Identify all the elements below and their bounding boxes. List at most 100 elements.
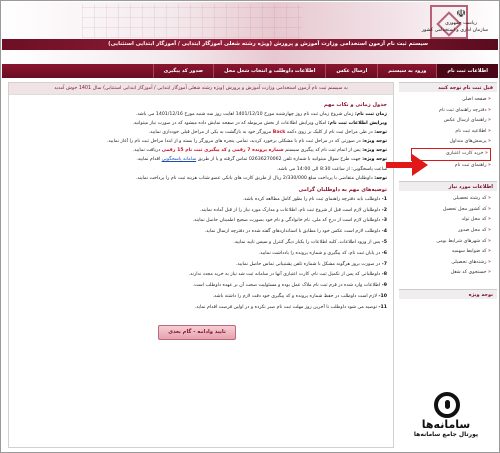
label-edit-info: ویرایش اطلاعات ثبت نام: (327, 121, 387, 127)
tip-item: 8- داوطلبانی که پس از تکمیل ثبت نام، کار… (15, 270, 387, 281)
tip-number: 7- (381, 261, 387, 267)
paragraph-support-hours: ساعت پاسخگویی: از ساعت 8:30 الی 14:00 می… (15, 165, 387, 174)
sidebar-item-field-code[interactable]: کد رشته تحصیلی (401, 194, 491, 205)
emblem-line-2: سازمان اداری و استخدامی کشور (421, 28, 488, 33)
sidebar-section-before-registration: قبل ثبت نام توجه کنید (399, 82, 497, 92)
emblem-line-1: ریاست جمهوری (445, 21, 477, 26)
sidebar-item-announcement[interactable]: اطلاعیه ثبت نام (401, 127, 491, 138)
sidebar-section-required-info: اطلاعات مورد نیاز (399, 181, 497, 192)
sidebar-special-content (399, 299, 497, 341)
tip-number: 10- (378, 293, 387, 299)
sidebar-item-country-code[interactable]: کد کشور محل تحصیل (401, 205, 491, 216)
main-body: جدول زمانی و نکات مهم زمان ثبت نام: زمان… (9, 95, 393, 342)
header-pattern (82, 4, 302, 38)
confirm-next-button[interactable]: تایید وادامه - گام بعدی (158, 324, 236, 340)
nav-upload-photo[interactable]: ارسال عکس (325, 64, 377, 78)
label-registration-time: زمان ثبت نام: (354, 112, 387, 117)
tip-item: 3- داوطلبان لازم است از درج کد ملی، نام … (15, 216, 387, 227)
tip-text: داوطلبانی که پس از تکمیل ثبت نام، کارت ا… (188, 272, 381, 278)
tip-item: 6- در پایان ثبت نام، کد پیگیری و شماره پ… (15, 249, 387, 260)
tip-number: 8- (381, 272, 387, 278)
text-fee: داوطلبان متقاضی با پرداخت مبلغ 2/330/000… (135, 175, 373, 181)
section-title-schedule: جدول زمانی و نکات مهم (323, 102, 387, 108)
sidebar-item-guide-booklet[interactable]: دفترچه راهنمای ثبت نام (401, 106, 491, 117)
text-browser-issue: در صورتی که در مراحل ثبت نام با مشکلی بر… (106, 139, 361, 145)
sidebar-section-special: نوحه ویژه (399, 288, 497, 299)
label-browser-issue: توجه ویژه: (362, 139, 387, 145)
tip-text: داوطلب لازم است عکس خود را مطابق با استا… (204, 229, 381, 235)
sidebar-item-study-fields[interactable]: رشته‌های تحصیلی (401, 258, 491, 269)
tip-number: 11- (378, 304, 387, 310)
back-keyword: Back (272, 130, 286, 136)
label-support: توجه ویژه: (362, 157, 387, 163)
paragraph-fee: توجه: داوطلبان متقاضی با پرداخت مبلغ 2/3… (15, 174, 387, 183)
tip-item: 11- توصیه می شود داوطلب تا آخرین روز مهل… (15, 303, 387, 314)
emblem-icon: ☫ (456, 7, 466, 20)
paragraph-back-warning: توجه: در طی مراحل ثبت نام از کلیک بر روی… (15, 128, 387, 137)
sidebar-item-native-city-code[interactable]: کد شهرهای شرایط بومی (401, 237, 491, 248)
welcome-banner: به سیستم ثبت نام آزمون استخدامی وزارت آم… (9, 83, 393, 95)
site-header: ☫ ریاست جمهوری سازمان اداری و استخدامی ک… (2, 2, 498, 64)
red-arrow-icon (386, 154, 428, 176)
tip-item: 9- اطلاعات وارد شده در فرم ثبت نام ملاک … (15, 281, 387, 292)
badge-sub-text: پورتال جامع سامانه‌ها (413, 431, 479, 438)
sidebar-list-2: کد رشته تحصیلی کد کشور محل تحصیل کد محل … (399, 191, 497, 282)
nav-login[interactable]: ورود به سیستم (377, 64, 436, 78)
tip-item: 10- لازم است داوطلب در حفظ شماره پرونده … (15, 292, 387, 303)
tips-list: 1- داوطلب باید دفترچه راهنمای ثبت نام را… (15, 195, 387, 314)
paragraph-browser-issue: توجه ویژه: در صورتی که در مراحل ثبت نام … (15, 137, 387, 146)
text-support-pre: جهت طرح سوال میتوانید با شماره تلفن 0263… (197, 157, 361, 163)
text-registration-time: زمان شروع زمان ثبت نام روز چهارشنبه مورخ… (135, 112, 354, 117)
file-number-highlight: شماره پرونده 7 رقمی (231, 148, 284, 154)
tip-number: 2- (381, 207, 387, 213)
nav-applicant-info[interactable]: اطلاعات داوطلب و انتخاب شغل محل (213, 64, 325, 78)
text-support-post: اقدام نمایید. (136, 157, 161, 163)
tip-number: 5- (381, 239, 387, 245)
tip-item: 7- در صورت بروز هرگونه مشکل با شماره تلف… (15, 260, 387, 271)
sidebar-item-birthplace-code[interactable]: کد محل تولد (401, 215, 491, 226)
tip-text: لازم است داوطلب در حفظ شماره پرونده و کد… (212, 293, 378, 299)
sidebar-item-quota-code[interactable]: کد ضوابط سهمیه (401, 247, 491, 258)
tip-number: 9- (381, 283, 387, 289)
text-edit-info: امکان ویرایش اطلاعات از بخش مربوطه که در… (132, 121, 327, 127)
tip-number: 1- (381, 196, 387, 202)
tip-text: داوطلب باید دفترچه راهنمای ثبت نام را بط… (242, 196, 381, 202)
tip-text: داوطلبان لازم است قبل از شروع ثبت نام، ا… (199, 207, 381, 213)
tip-text: توصیه می شود داوطلب تا آخرین روز مهلت ثب… (194, 304, 378, 310)
tip-text: اطلاعات وارد شده در فرم ثبت نام ملاک عمل… (192, 283, 381, 289)
section-title-tips: توصیه‌های مهم به داوطلبان گرامی (298, 186, 387, 193)
badge-main-text: سامانه‌ها (421, 418, 471, 431)
main-navigation: اطلاعات ثبت نام ورود به سیستم ارسال عکس … (2, 64, 498, 78)
tip-text: پس از ورود اطلاعات، کلیه اطلاعات را یکبا… (233, 239, 381, 245)
label-back-warning: توجه: (374, 130, 387, 136)
paragraph-support: توجه ویژه: جهت طرح سوال میتوانید با شمار… (15, 155, 387, 164)
paragraph-edit-info: ویرایش اطلاعات ثبت نام: امکان ویرایش اطل… (15, 119, 387, 128)
tip-number: 4- (381, 229, 387, 235)
sidebar-item-photo-guide[interactable]: راهنمای ارسال عکس (401, 116, 491, 127)
text-tracking-post: دریافت نمایید. (132, 148, 161, 154)
nav-registration-info[interactable]: اطلاعات ثبت نام (436, 64, 498, 78)
tracking-code-highlight: کد پیگیری ثبت نام 15 رقمی (161, 148, 227, 154)
tip-number: 6- (381, 250, 387, 256)
support-system-link[interactable]: سامانه پاسخگویی (162, 157, 197, 162)
sidebar-item-home[interactable]: صفحه اصلی (401, 95, 491, 106)
paragraph-tracking-code: توجه ویژه: پس از اتمام ثبت نام کد پیگیری… (15, 146, 387, 155)
button-row: تایید وادامه - گام بعدی (15, 314, 387, 342)
text-back-warning-post: مرورگر خود به بازگشت به یکی از مراحل قبل… (148, 130, 272, 136)
watermark-badge: سامانه‌ها پورتال جامع سامانه‌ها (400, 392, 492, 448)
tip-number: 3- (381, 218, 387, 224)
nav-tracking-code[interactable]: صدور کد پیگیری (152, 64, 214, 78)
tip-item: 2- داوطلبان لازم است قبل از شروع ثبت نام… (15, 206, 387, 217)
text-support-hours: ساعت پاسخگویی: از ساعت 8:30 الی 14:00 می… (276, 166, 387, 172)
paragraph-registration-time: زمان ثبت نام: زمان شروع زمان ثبت نام روز… (15, 110, 387, 119)
sidebar-item-faq[interactable]: پرسش‌های متداول (401, 137, 491, 148)
sidebar-item-issue-place-code[interactable]: کد محل صدور (401, 226, 491, 237)
text-tracking-pre: پس از اتمام ثبت نام کد پیگیری سیستم (285, 148, 361, 154)
tip-text: در پایان ثبت نام، کد پیگیری و شماره پرون… (258, 250, 381, 256)
badge-text: سامانه‌ها پورتال جامع سامانه‌ها (400, 418, 492, 439)
sidebar-item-job-search[interactable]: جستجوی کد شغل (401, 268, 491, 279)
tip-text: داوطلبان لازم است از درج کد ملی، نام خان… (192, 218, 381, 224)
text-tracking-mid: و (228, 148, 231, 154)
tip-item: 1- داوطلب باید دفترچه راهنمای ثبت نام را… (15, 195, 387, 206)
